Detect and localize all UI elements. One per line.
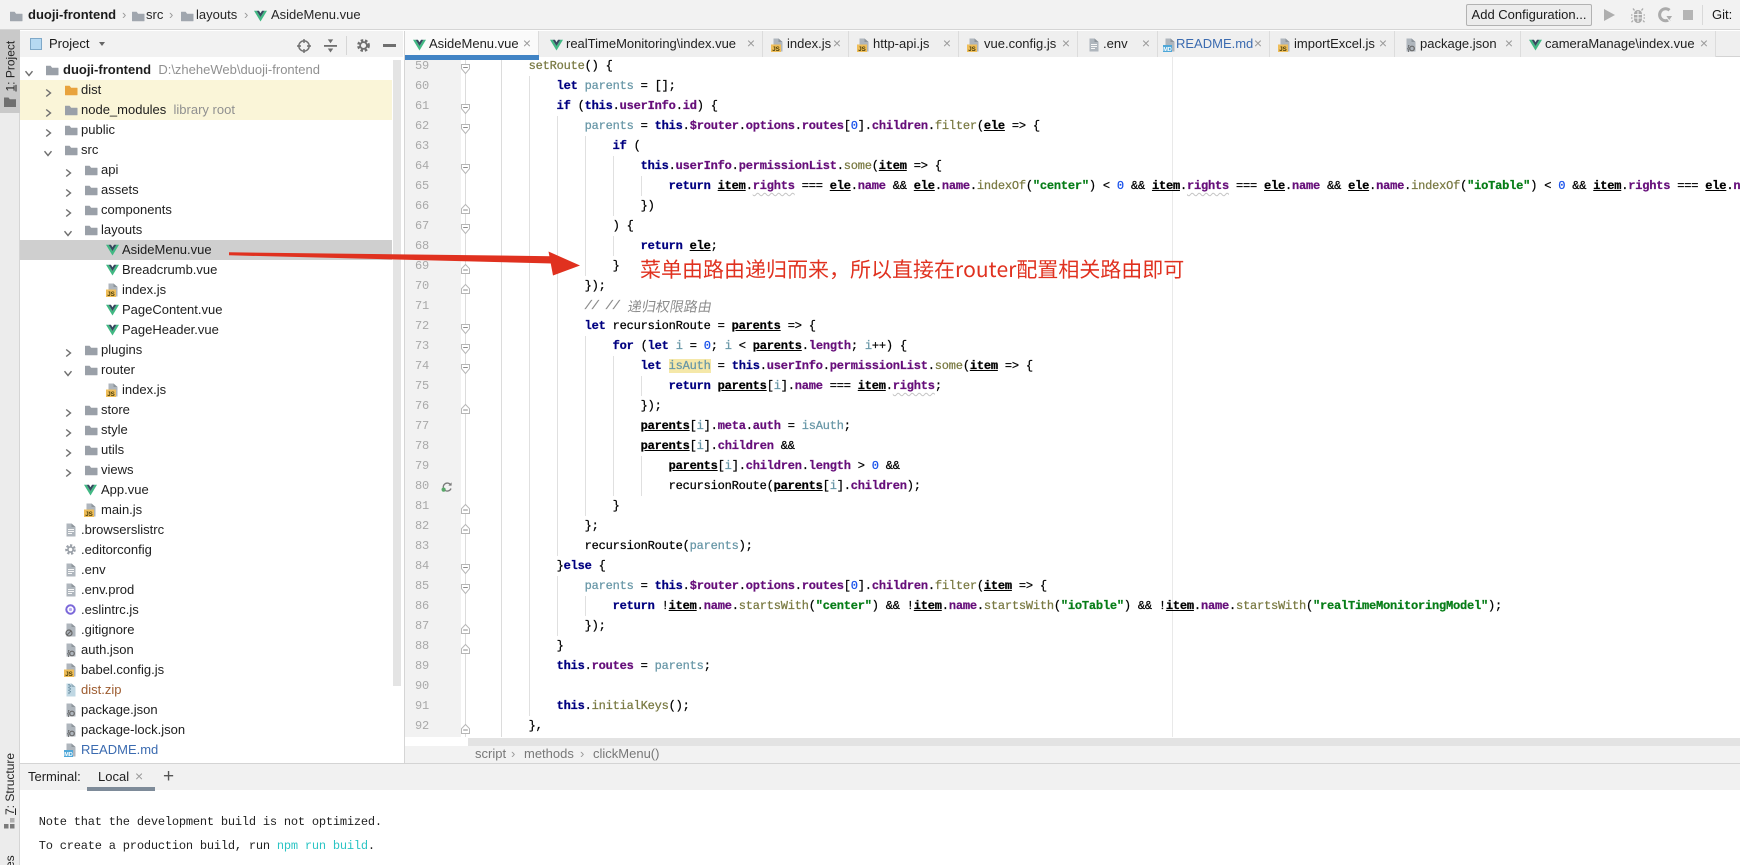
svg-text:JS: JS [1279, 46, 1287, 52]
svg-text:JS: JS [65, 671, 73, 677]
svg-text:JS: JS [107, 391, 115, 397]
svg-text:JS: JS [968, 46, 976, 52]
svg-text:JS: JS [858, 46, 866, 52]
svg-text:MD: MD [64, 752, 73, 757]
svg-text:JS: JS [772, 46, 780, 52]
svg-text:MD: MD [1163, 47, 1172, 52]
svg-text:JS: JS [85, 511, 93, 517]
svg-text:JS: JS [107, 291, 115, 297]
